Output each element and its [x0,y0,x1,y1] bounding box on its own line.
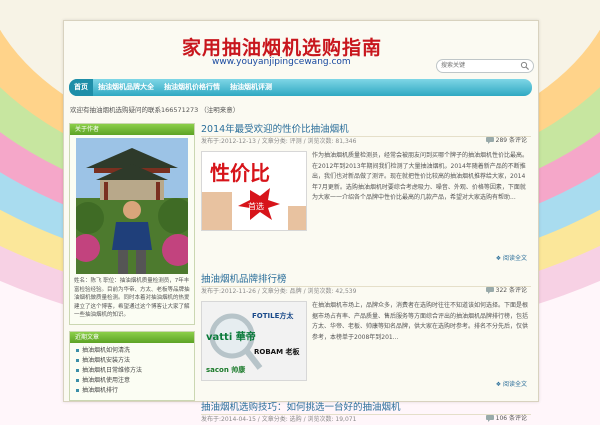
nav-brands[interactable]: 抽油烟机品牌大全 [93,79,159,96]
post-title[interactable]: 2014年最受欢迎的性价比抽油烟机 [201,123,531,136]
post-meta: 发布于:2012-11-26 / 文章分类: 品牌 / 浏览次数: 42,539 [201,286,531,297]
svg-text:sacon 帅康: sacon 帅康 [206,365,246,374]
post-meta: 发布于:2012-12-13 / 文章分类: 评测 / 浏览次数: 81,346 [201,136,531,147]
post-excerpt: 在抽油烟机市场上，品牌众多，消费者在选购时往往不知道该如何选择。下面是根据市场占… [312,302,529,341]
about-widget-title: 关于作者 [70,124,194,135]
sidebar: 关于作者 姓名：陈飞 职位：抽油烟机质量检测员，7年丰富检验经验。目前为华帝、方… [69,123,195,407]
bullet-icon [76,368,79,372]
svg-text:vatti 華帝: vatti 華帝 [206,330,256,343]
site-header: 家用抽油烟机选购指南 www.youyanjipingcewang.com [64,21,538,79]
nav-prices[interactable]: 抽油烟机价格行情 [159,79,225,96]
svg-text:首选: 首选 [248,201,264,211]
main-navigation: 首页 抽油烟机品牌大全 抽油烟机价格行情 抽油烟机评测 [69,79,532,96]
about-text: 姓名：陈飞 职位：抽油烟机质量检测员，7年丰富检验经验。目前为华帝、方太、老板等… [74,278,190,318]
comment-count[interactable]: 106 条评论 [485,414,527,424]
svg-text:性价比: 性价比 [210,161,270,185]
post: 抽油烟机品牌排行榜 发布于:2012-11-26 / 文章分类: 品牌 / 浏览… [201,273,531,393]
search-input[interactable] [441,61,517,70]
search-box [436,59,534,73]
sidebar-link[interactable]: 抽油烟机日常维修方法 [76,366,188,376]
post: 抽油烟机选购技巧：如何挑选一台好的抽油烟机 发布于:2014-04-15 / 文… [201,401,531,425]
comment-count[interactable]: 289 条评论 [485,136,527,146]
recent-posts-widget: 近期文章 抽油烟机如何清洗 抽油烟机安装方法 抽油烟机日常维修方法 抽油烟机使用… [69,330,195,401]
svg-text:ROBAM 老板: ROBAM 老板 [254,347,300,356]
post-title[interactable]: 抽油烟机品牌排行榜 [201,273,531,286]
svg-text:FOTILE方太: FOTILE方太 [252,311,294,320]
post-title[interactable]: 抽油烟机选购技巧：如何挑选一台好的抽油烟机 [201,401,531,414]
post-excerpt: 作为抽油烟机质量检测员，经常会被朋友问到买哪个牌子的抽油烟机性价比最高。在201… [312,152,529,201]
comment-icon [485,415,494,422]
comment-icon [485,287,494,294]
post-thumbnail[interactable]: FOTILE方太 vatti 華帝 ROBAM 老板 sacon 帅康 [201,301,307,381]
bullet-icon [76,358,79,362]
site-title[interactable]: 家用抽油烟机选购指南 [182,33,382,60]
sidebar-link[interactable]: 抽油烟机如何清洗 [76,346,188,356]
sidebar-link[interactable]: 抽油烟机安装方法 [76,356,188,366]
sidebar-link[interactable]: 抽油烟机排行 [76,386,188,396]
post-thumbnail[interactable]: 性价比 首选 [201,151,307,231]
bullet-icon [76,388,79,392]
recent-posts-title: 近期文章 [70,331,194,343]
read-more-link[interactable]: ❖ 阅读全文 [496,379,527,388]
bullet-icon [76,378,79,382]
comment-count[interactable]: 322 条评论 [485,286,527,296]
post-meta: 发布于:2014-04-15 / 文章分类: 选购 / 浏览次数: 19,071 [201,414,531,425]
notice-text: 欢迎有抽油烟机选购疑问的联系166571273 （注明来意） [70,106,240,114]
about-widget: 关于作者 姓名：陈飞 职位：抽油烟机质量检测员，7年丰富检验经验。目前为华帝、方… [69,123,195,325]
read-more-link[interactable]: ❖ 阅读全文 [496,253,527,262]
site-url[interactable]: www.youyanjipingcewang.com [212,57,351,67]
bullet-icon [76,348,79,352]
page-container: 家用抽油烟机选购指南 www.youyanjipingcewang.com 首页… [63,20,539,423]
nav-home[interactable]: 首页 [69,79,93,96]
nav-reviews[interactable]: 抽油烟机评测 [225,79,277,96]
post: 2014年最受欢迎的性价比抽油烟机 发布于:2012-12-13 / 文章分类:… [201,123,531,263]
search-icon[interactable] [520,61,530,71]
author-photo [76,138,188,274]
sidebar-link[interactable]: 抽油烟机使用注意 [76,376,188,386]
comment-icon [485,137,494,144]
